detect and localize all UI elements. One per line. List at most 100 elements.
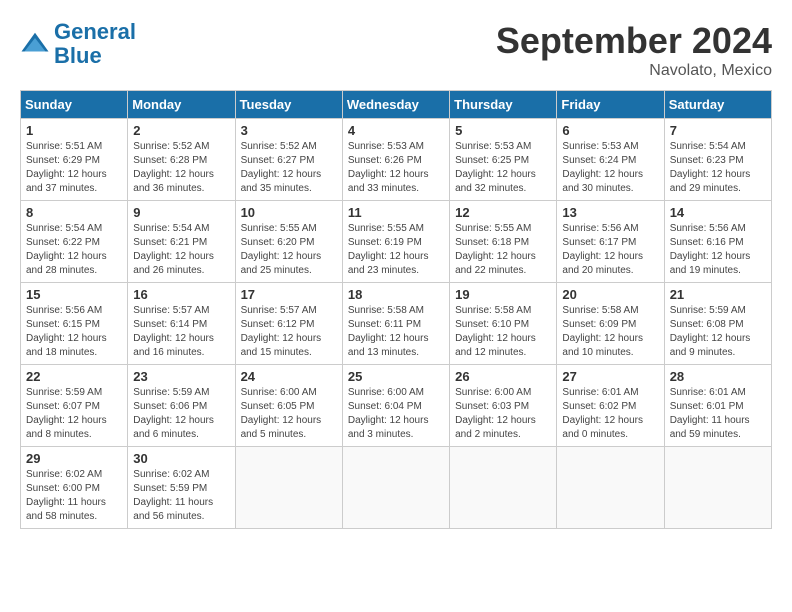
day-number: 17 bbox=[241, 287, 337, 302]
logo-line1: General bbox=[54, 19, 136, 44]
day-number: 23 bbox=[133, 369, 229, 384]
calendar-row: 29 Sunrise: 6:02 AM Sunset: 6:00 PM Dayli… bbox=[21, 447, 772, 529]
calendar-cell-9: 9 Sunrise: 5:54 AM Sunset: 6:21 PM Daylig… bbox=[128, 201, 235, 283]
month-title: September 2024 bbox=[496, 20, 772, 62]
day-info: Sunrise: 5:59 AM Sunset: 6:08 PM Dayligh… bbox=[670, 304, 766, 360]
day-info: Sunrise: 5:58 AM Sunset: 6:10 PM Dayligh… bbox=[455, 304, 551, 360]
day-info: Sunrise: 6:01 AM Sunset: 6:01 PM Dayligh… bbox=[670, 386, 766, 442]
calendar-cell-10: 10 Sunrise: 5:55 AM Sunset: 6:20 PM Dayli… bbox=[235, 201, 342, 283]
calendar-cell-17: 17 Sunrise: 5:57 AM Sunset: 6:12 PM Dayli… bbox=[235, 283, 342, 365]
logo: General Blue bbox=[20, 20, 136, 68]
calendar-cell-empty bbox=[450, 447, 557, 529]
day-info: Sunrise: 5:55 AM Sunset: 6:18 PM Dayligh… bbox=[455, 222, 551, 278]
calendar-cell-18: 18Sunrise: 5:58 AM Sunset: 6:11 PM Dayli… bbox=[342, 283, 449, 365]
calendar-cell-26: 26 Sunrise: 6:00 AM Sunset: 6:03 PM Dayli… bbox=[450, 365, 557, 447]
calendar-cell-20: 20 Sunrise: 5:58 AM Sunset: 6:09 PM Dayli… bbox=[557, 283, 664, 365]
header-monday: Monday bbox=[128, 91, 235, 119]
calendar-cell-4: 4Sunrise: 5:53 AM Sunset: 6:26 PM Daylig… bbox=[342, 119, 449, 201]
day-info: Sunrise: 6:00 AM Sunset: 6:04 PM Dayligh… bbox=[348, 386, 444, 442]
day-number: 25 bbox=[348, 369, 444, 384]
day-info: Sunrise: 5:55 AM Sunset: 6:19 PM Dayligh… bbox=[348, 222, 444, 278]
day-number: 26 bbox=[455, 369, 551, 384]
title-block: September 2024 Navolato, Mexico bbox=[496, 20, 772, 80]
calendar-cell-empty bbox=[557, 447, 664, 529]
calendar-cell-12: 12 Sunrise: 5:55 AM Sunset: 6:18 PM Dayli… bbox=[450, 201, 557, 283]
day-info: Sunrise: 5:54 AM Sunset: 6:21 PM Dayligh… bbox=[133, 222, 229, 278]
calendar-cell-8: 8 Sunrise: 5:54 AM Sunset: 6:22 PM Daylig… bbox=[21, 201, 128, 283]
calendar-cell-1: 1Sunrise: 5:51 AM Sunset: 6:29 PM Daylig… bbox=[21, 119, 128, 201]
day-number: 9 bbox=[133, 205, 229, 220]
day-info: Sunrise: 6:00 AM Sunset: 6:05 PM Dayligh… bbox=[241, 386, 337, 442]
day-number: 7 bbox=[670, 123, 766, 138]
day-info: Sunrise: 5:57 AM Sunset: 6:14 PM Dayligh… bbox=[133, 304, 229, 360]
day-info: Sunrise: 6:02 AM Sunset: 6:00 PM Dayligh… bbox=[26, 468, 122, 524]
calendar-table: SundayMondayTuesdayWednesdayThursdayFrid… bbox=[20, 90, 772, 529]
header-wednesday: Wednesday bbox=[342, 91, 449, 119]
day-number: 20 bbox=[562, 287, 658, 302]
day-info: Sunrise: 6:01 AM Sunset: 6:02 PM Dayligh… bbox=[562, 386, 658, 442]
day-number: 11 bbox=[348, 205, 444, 220]
day-number: 13 bbox=[562, 205, 658, 220]
day-info: Sunrise: 5:52 AM Sunset: 6:27 PM Dayligh… bbox=[241, 140, 337, 196]
calendar-cell-5: 5 Sunrise: 5:53 AM Sunset: 6:25 PM Daylig… bbox=[450, 119, 557, 201]
day-number: 16 bbox=[133, 287, 229, 302]
calendar-cell-empty bbox=[664, 447, 771, 529]
day-info: Sunrise: 5:53 AM Sunset: 6:25 PM Dayligh… bbox=[455, 140, 551, 196]
day-number: 21 bbox=[670, 287, 766, 302]
calendar-cell-23: 23Sunrise: 5:59 AM Sunset: 6:06 PM Dayli… bbox=[128, 365, 235, 447]
day-info: Sunrise: 5:53 AM Sunset: 6:24 PM Dayligh… bbox=[562, 140, 658, 196]
calendar-cell-28: 28 Sunrise: 6:01 AM Sunset: 6:01 PM Dayli… bbox=[664, 365, 771, 447]
logo-text: General Blue bbox=[54, 20, 136, 68]
calendar-cell-14: 14Sunrise: 5:56 AM Sunset: 6:16 PM Dayli… bbox=[664, 201, 771, 283]
day-number: 15 bbox=[26, 287, 122, 302]
day-info: Sunrise: 5:53 AM Sunset: 6:26 PM Dayligh… bbox=[348, 140, 444, 196]
day-number: 10 bbox=[241, 205, 337, 220]
calendar-cell-29: 29 Sunrise: 6:02 AM Sunset: 6:00 PM Dayli… bbox=[21, 447, 128, 529]
day-number: 22 bbox=[26, 369, 122, 384]
day-info: Sunrise: 5:58 AM Sunset: 6:09 PM Dayligh… bbox=[562, 304, 658, 360]
calendar-cell-30: 30 Sunrise: 6:02 AM Sunset: 5:59 PM Dayli… bbox=[128, 447, 235, 529]
day-info: Sunrise: 5:54 AM Sunset: 6:23 PM Dayligh… bbox=[670, 140, 766, 196]
calendar-cell-27: 27 Sunrise: 6:01 AM Sunset: 6:02 PM Dayli… bbox=[557, 365, 664, 447]
day-info: Sunrise: 6:00 AM Sunset: 6:03 PM Dayligh… bbox=[455, 386, 551, 442]
day-number: 30 bbox=[133, 451, 229, 466]
calendar-cell-2: 2Sunrise: 5:52 AM Sunset: 6:28 PM Daylig… bbox=[128, 119, 235, 201]
header-row: SundayMondayTuesdayWednesdayThursdayFrid… bbox=[21, 91, 772, 119]
location: Navolato, Mexico bbox=[496, 62, 772, 80]
calendar-cell-6: 6Sunrise: 5:53 AM Sunset: 6:24 PM Daylig… bbox=[557, 119, 664, 201]
calendar-cell-empty bbox=[235, 447, 342, 529]
day-number: 14 bbox=[670, 205, 766, 220]
day-info: Sunrise: 5:55 AM Sunset: 6:20 PM Dayligh… bbox=[241, 222, 337, 278]
day-number: 29 bbox=[26, 451, 122, 466]
calendar-cell-3: 3 Sunrise: 5:52 AM Sunset: 6:27 PM Daylig… bbox=[235, 119, 342, 201]
day-number: 12 bbox=[455, 205, 551, 220]
calendar-row: 22 Sunrise: 5:59 AM Sunset: 6:07 PM Dayli… bbox=[21, 365, 772, 447]
day-info: Sunrise: 5:59 AM Sunset: 6:07 PM Dayligh… bbox=[26, 386, 122, 442]
header-sunday: Sunday bbox=[21, 91, 128, 119]
day-number: 28 bbox=[670, 369, 766, 384]
calendar-row: 1Sunrise: 5:51 AM Sunset: 6:29 PM Daylig… bbox=[21, 119, 772, 201]
calendar-cell-13: 13Sunrise: 5:56 AM Sunset: 6:17 PM Dayli… bbox=[557, 201, 664, 283]
day-info: Sunrise: 5:51 AM Sunset: 6:29 PM Dayligh… bbox=[26, 140, 122, 196]
day-number: 18 bbox=[348, 287, 444, 302]
header-friday: Friday bbox=[557, 91, 664, 119]
calendar-cell-15: 15 Sunrise: 5:56 AM Sunset: 6:15 PM Dayli… bbox=[21, 283, 128, 365]
day-info: Sunrise: 5:54 AM Sunset: 6:22 PM Dayligh… bbox=[26, 222, 122, 278]
calendar-cell-19: 19Sunrise: 5:58 AM Sunset: 6:10 PM Dayli… bbox=[450, 283, 557, 365]
calendar-cell-21: 21 Sunrise: 5:59 AM Sunset: 6:08 PM Dayli… bbox=[664, 283, 771, 365]
page-header: General Blue September 2024 Navolato, Me… bbox=[20, 20, 772, 80]
calendar-cell-empty bbox=[342, 447, 449, 529]
day-number: 27 bbox=[562, 369, 658, 384]
header-saturday: Saturday bbox=[664, 91, 771, 119]
day-info: Sunrise: 6:02 AM Sunset: 5:59 PM Dayligh… bbox=[133, 468, 229, 524]
day-info: Sunrise: 5:52 AM Sunset: 6:28 PM Dayligh… bbox=[133, 140, 229, 196]
calendar-cell-16: 16 Sunrise: 5:57 AM Sunset: 6:14 PM Dayli… bbox=[128, 283, 235, 365]
day-info: Sunrise: 5:57 AM Sunset: 6:12 PM Dayligh… bbox=[241, 304, 337, 360]
day-number: 5 bbox=[455, 123, 551, 138]
logo-icon bbox=[20, 29, 50, 59]
header-tuesday: Tuesday bbox=[235, 91, 342, 119]
day-info: Sunrise: 5:56 AM Sunset: 6:15 PM Dayligh… bbox=[26, 304, 122, 360]
day-number: 3 bbox=[241, 123, 337, 138]
day-number: 8 bbox=[26, 205, 122, 220]
calendar-cell-24: 24Sunrise: 6:00 AM Sunset: 6:05 PM Dayli… bbox=[235, 365, 342, 447]
